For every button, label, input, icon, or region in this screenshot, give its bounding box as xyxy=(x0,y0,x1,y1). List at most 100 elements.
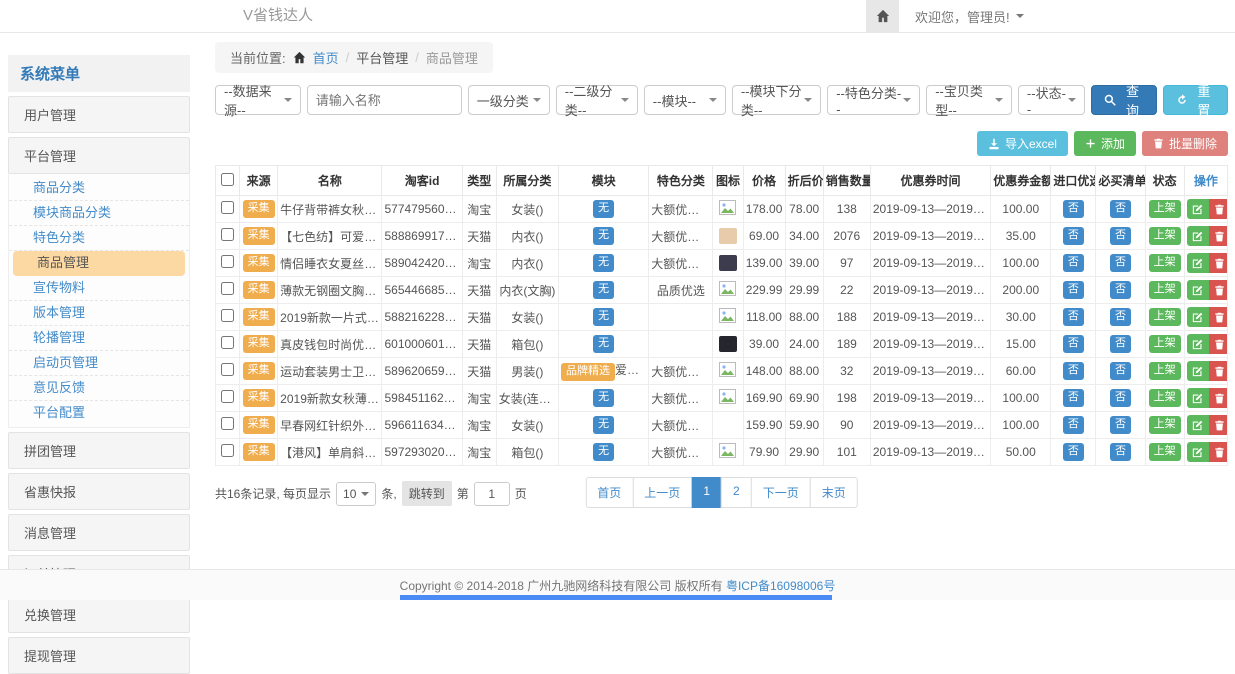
status-badge[interactable]: 上架 xyxy=(1149,362,1181,379)
name-search-input[interactable] xyxy=(307,85,462,115)
must-buy-badge[interactable]: 否 xyxy=(1110,443,1131,460)
import-select-badge[interactable]: 否 xyxy=(1063,389,1084,406)
select-row-checkbox[interactable] xyxy=(221,201,234,214)
page-button-首页[interactable]: 首页 xyxy=(585,477,633,508)
page-button-1[interactable]: 1 xyxy=(691,477,722,508)
import-select-badge[interactable]: 否 xyxy=(1063,443,1084,460)
user-menu[interactable]: 欢迎您，管理员! xyxy=(915,7,1024,26)
status-badge[interactable]: 上架 xyxy=(1149,200,1181,217)
edit-button[interactable] xyxy=(1187,226,1209,246)
batch-delete-button[interactable]: 批量删除 xyxy=(1142,131,1228,156)
select-row-checkbox[interactable] xyxy=(221,309,234,322)
select-row-checkbox[interactable] xyxy=(221,336,234,349)
horizontal-scrollbar-thumb[interactable] xyxy=(400,595,832,600)
sidebar-section-省惠快报[interactable]: 省惠快报 xyxy=(8,473,190,510)
must-buy-badge[interactable]: 否 xyxy=(1110,308,1131,325)
page-button-2[interactable]: 2 xyxy=(721,477,752,508)
select-row-checkbox[interactable] xyxy=(221,282,234,295)
filter-select-二级分类[interactable]: --二级分类-- xyxy=(556,85,638,115)
import-select-badge[interactable]: 否 xyxy=(1063,308,1084,325)
filter-select-数据来源[interactable]: --数据来源-- xyxy=(215,85,301,115)
status-badge[interactable]: 上架 xyxy=(1149,389,1181,406)
import-excel-button[interactable]: 导入excel xyxy=(977,131,1068,156)
select-row-checkbox[interactable] xyxy=(221,444,234,457)
edit-button[interactable] xyxy=(1187,253,1209,273)
sidebar-item-轮播管理[interactable]: 轮播管理 xyxy=(9,326,189,351)
must-buy-badge[interactable]: 否 xyxy=(1110,254,1131,271)
select-row-checkbox[interactable] xyxy=(221,363,234,376)
import-select-badge[interactable]: 否 xyxy=(1063,200,1084,217)
reset-button[interactable]: 重置 xyxy=(1163,85,1228,115)
sidebar-section-平台管理[interactable]: 平台管理 xyxy=(8,137,190,174)
sidebar-item-意见反馈[interactable]: 意见反馈 xyxy=(9,376,189,401)
must-buy-badge[interactable]: 否 xyxy=(1110,389,1131,406)
sidebar-section-提现管理[interactable]: 提现管理 xyxy=(8,637,190,674)
delete-button[interactable] xyxy=(1209,361,1228,381)
select-all-checkbox[interactable] xyxy=(221,173,234,186)
edit-button[interactable] xyxy=(1187,415,1209,435)
edit-button[interactable] xyxy=(1187,361,1209,381)
breadcrumb-home-link[interactable]: 首页 xyxy=(313,48,339,67)
select-row-checkbox[interactable] xyxy=(221,390,234,403)
add-button[interactable]: 添加 xyxy=(1074,131,1136,156)
edit-button[interactable] xyxy=(1187,307,1209,327)
import-select-badge[interactable]: 否 xyxy=(1063,362,1084,379)
status-badge[interactable]: 上架 xyxy=(1149,416,1181,433)
must-buy-badge[interactable]: 否 xyxy=(1110,281,1131,298)
query-button[interactable]: 查询 xyxy=(1091,85,1156,115)
sidebar-item-商品分类[interactable]: 商品分类 xyxy=(9,176,189,201)
sidebar-section-兑换管理[interactable]: 兑换管理 xyxy=(8,596,190,633)
sidebar-item-平台配置[interactable]: 平台配置 xyxy=(9,401,189,425)
must-buy-badge[interactable]: 否 xyxy=(1110,227,1131,244)
page-button-上一页[interactable]: 上一页 xyxy=(632,477,692,508)
icp-link[interactable]: 粤ICP备16098006号 xyxy=(726,577,835,594)
sidebar-section-拼团管理[interactable]: 拼团管理 xyxy=(8,432,190,469)
page-size-select[interactable]: 10 xyxy=(336,482,376,506)
status-badge[interactable]: 上架 xyxy=(1149,443,1181,460)
delete-button[interactable] xyxy=(1209,253,1228,273)
must-buy-badge[interactable]: 否 xyxy=(1110,200,1131,217)
must-buy-badge[interactable]: 否 xyxy=(1110,335,1131,352)
sidebar-item-启动页管理[interactable]: 启动页管理 xyxy=(9,351,189,376)
import-select-badge[interactable]: 否 xyxy=(1063,281,1084,298)
sidebar-item-特色分类[interactable]: 特色分类 xyxy=(9,226,189,251)
delete-button[interactable] xyxy=(1209,280,1228,300)
status-badge[interactable]: 上架 xyxy=(1149,281,1181,298)
jump-button[interactable]: 跳转到 xyxy=(402,481,452,506)
filter-select-模块下分类[interactable]: --模块下分类-- xyxy=(732,85,821,115)
import-select-badge[interactable]: 否 xyxy=(1063,335,1084,352)
delete-button[interactable] xyxy=(1209,199,1228,219)
status-badge[interactable]: 上架 xyxy=(1149,227,1181,244)
sidebar-item-商品管理[interactable]: 商品管理 xyxy=(13,251,185,276)
delete-button[interactable] xyxy=(1209,442,1228,462)
sidebar-section-消息管理[interactable]: 消息管理 xyxy=(8,514,190,551)
sidebar-item-模块商品分类[interactable]: 模块商品分类 xyxy=(9,201,189,226)
filter-select-模块[interactable]: --模块-- xyxy=(644,85,726,115)
must-buy-badge[interactable]: 否 xyxy=(1110,416,1131,433)
select-row-checkbox[interactable] xyxy=(221,228,234,241)
import-select-badge[interactable]: 否 xyxy=(1063,254,1084,271)
filter-select-宝贝类型[interactable]: --宝贝类型-- xyxy=(926,85,1012,115)
must-buy-badge[interactable]: 否 xyxy=(1110,362,1131,379)
delete-button[interactable] xyxy=(1209,415,1228,435)
edit-button[interactable] xyxy=(1187,442,1209,462)
delete-button[interactable] xyxy=(1209,226,1228,246)
sidebar-item-版本管理[interactable]: 版本管理 xyxy=(9,301,189,326)
delete-button[interactable] xyxy=(1209,388,1228,408)
jump-page-input[interactable] xyxy=(474,482,510,506)
status-badge[interactable]: 上架 xyxy=(1149,335,1181,352)
select-row-checkbox[interactable] xyxy=(221,417,234,430)
select-row-checkbox[interactable] xyxy=(221,255,234,268)
filter-select-特色分类[interactable]: --特色分类-- xyxy=(827,85,920,115)
page-button-下一页[interactable]: 下一页 xyxy=(751,477,811,508)
filter-select-状态[interactable]: --状态-- xyxy=(1018,85,1085,115)
sidebar-item-宣传物料[interactable]: 宣传物料 xyxy=(9,276,189,301)
status-badge[interactable]: 上架 xyxy=(1149,308,1181,325)
delete-button[interactable] xyxy=(1209,307,1228,327)
status-badge[interactable]: 上架 xyxy=(1149,254,1181,271)
import-select-badge[interactable]: 否 xyxy=(1063,416,1084,433)
import-select-badge[interactable]: 否 xyxy=(1063,227,1084,244)
filter-select-一级分类[interactable]: 一级分类 xyxy=(468,85,550,115)
delete-button[interactable] xyxy=(1209,334,1228,354)
page-button-末页[interactable]: 末页 xyxy=(810,477,858,508)
